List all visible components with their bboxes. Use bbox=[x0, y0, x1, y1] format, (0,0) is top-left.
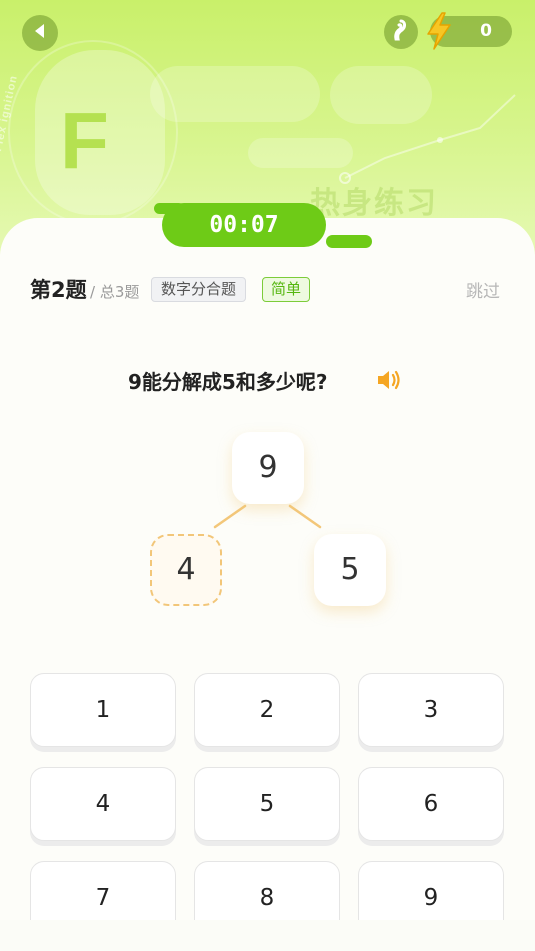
bottom-fade bbox=[0, 920, 535, 951]
key-1[interactable]: 1 bbox=[30, 673, 176, 747]
key-6[interactable]: 6 bbox=[358, 767, 504, 841]
key-4[interactable]: 4 bbox=[30, 767, 176, 841]
tree-node-part: 5 bbox=[314, 534, 386, 606]
key-3[interactable]: 3 bbox=[358, 673, 504, 747]
key-2[interactable]: 2 bbox=[194, 673, 340, 747]
tree-node-total: 9 bbox=[232, 432, 304, 504]
tree-node-answer[interactable]: 4 bbox=[150, 534, 222, 606]
key-5[interactable]: 5 bbox=[194, 767, 340, 841]
